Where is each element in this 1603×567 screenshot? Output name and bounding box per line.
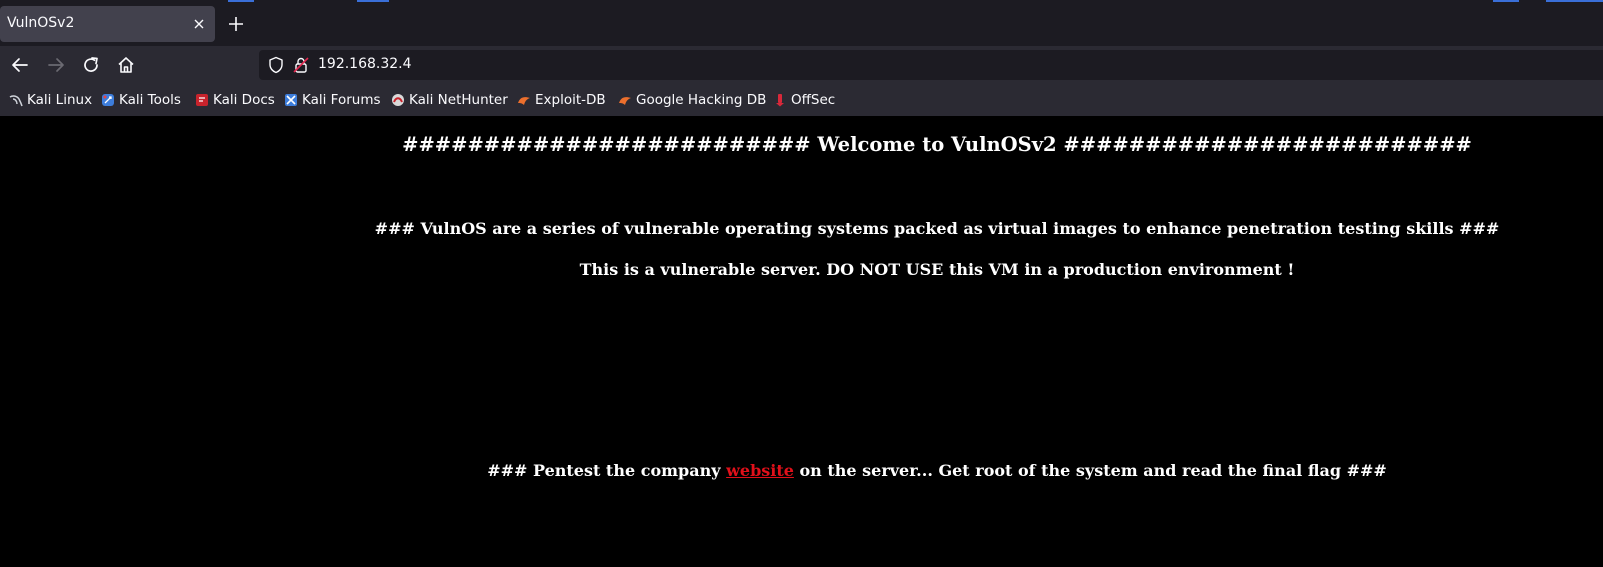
bookmark-kali-forums[interactable]: Kali Forums [284,91,381,109]
bookmark-label: OffSec [791,92,836,108]
bookmark-kali-tools[interactable]: Kali Tools [101,91,181,109]
kali-nethunter-icon [392,94,404,106]
reload-icon[interactable] [81,55,101,75]
bookmark-kali-nethunter[interactable]: Kali NetHunter [391,91,508,109]
bookmark-label: Kali Docs [213,92,275,108]
browser-tab-active[interactable]: VulnOSv2 [0,6,215,42]
bookmark-label: Exploit-DB [535,92,606,108]
kali-docs-icon [196,94,208,106]
new-tab-icon[interactable] [226,14,246,34]
kali-dragon-icon [9,95,23,107]
bookmark-offsec[interactable]: OffSec [773,91,835,109]
address-bar[interactable]: 192.168.32.4 [259,50,1603,80]
kali-tools-icon [102,94,114,106]
task-suffix: on the server... Get root of the system … [793,461,1387,480]
insecure-lock-icon[interactable] [292,56,310,74]
forward-arrow-icon[interactable] [46,55,66,75]
bookmark-label: Kali Forums [302,92,381,108]
bookmark-label: Kali Linux [27,92,93,108]
tracking-protection-shield-icon[interactable] [267,56,285,74]
website-link[interactable]: website [726,461,794,480]
page-heading: ######################### Welcome to Vul… [402,133,1472,156]
tab-title: VulnOSv2 [7,15,75,31]
offsec-icon [776,94,784,107]
kali-forums-icon [285,94,297,106]
page-content: ######################### Welcome to Vul… [0,116,1603,567]
bookmark-exploit-db[interactable]: Exploit-DB [517,91,606,109]
close-tab-icon[interactable] [191,16,207,32]
task-prefix: ### Pentest the company [487,461,727,480]
url-text[interactable]: 192.168.32.4 [318,56,412,72]
bookmark-google-hacking-db[interactable]: Google Hacking DB [618,91,766,109]
task-text: ### Pentest the company website on the s… [0,461,1603,480]
intro-text: ### VulnOS are a series of vulnerable op… [374,219,1500,238]
tab-bar: VulnOSv2 [0,2,1603,46]
bookmark-label: Google Hacking DB [636,92,767,108]
bookmark-label: Kali Tools [119,92,181,108]
exploit-db-icon [518,97,530,105]
bookmarks-toolbar: Kali Linux Kali Tools Kali Docs Kali For… [0,84,1603,116]
bookmark-kali-docs[interactable]: Kali Docs [195,91,275,109]
bookmark-label: Kali NetHunter [409,92,508,108]
warning-text: This is a vulnerable server. DO NOT USE … [579,260,1295,279]
ghdb-icon [619,97,631,105]
navigation-toolbar: 192.168.32.4 [0,46,1603,84]
bookmark-kali-linux[interactable]: Kali Linux [9,91,92,109]
back-arrow-icon[interactable] [10,55,30,75]
home-icon[interactable] [116,55,136,75]
